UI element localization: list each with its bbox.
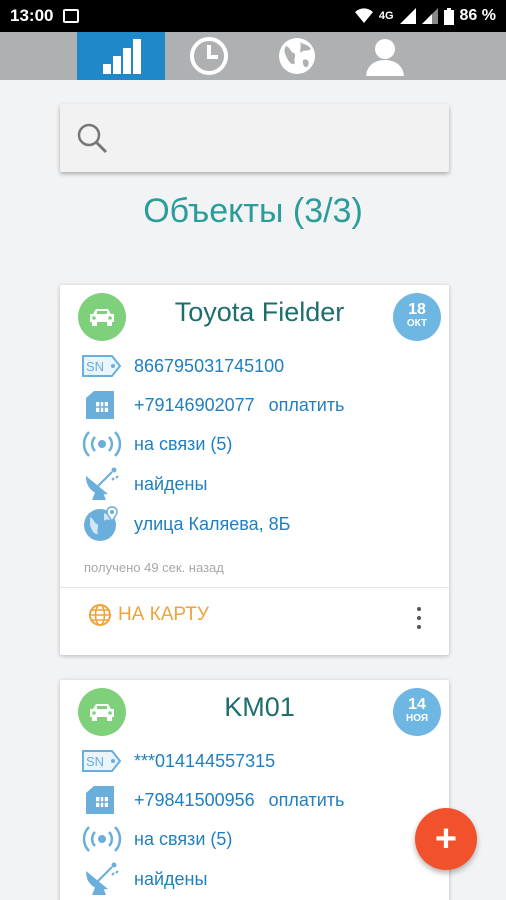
status-bar: 13:00 4G 86 % — [0, 0, 506, 32]
signal-icon-2 — [421, 8, 438, 24]
tab-history[interactable] — [165, 32, 253, 80]
more-options-icon[interactable] — [415, 607, 423, 629]
svg-text:SN: SN — [86, 754, 104, 769]
date-badge: 14 НОЯ — [393, 688, 441, 736]
tab-bar — [0, 32, 506, 80]
date-day: 14 — [408, 696, 426, 713]
gps-status: найдены — [134, 473, 208, 494]
show-on-map-label: НА КАРТУ — [118, 604, 209, 625]
object-card[interactable]: Toyota Fielder 18 ОКТ SN 866795031745100… — [60, 285, 449, 655]
serial-number-icon: SN — [82, 355, 122, 377]
status-time: 13:00 — [10, 6, 54, 25]
date-month: ОКТ — [406, 318, 428, 329]
serial-row: SN ***014144557315 — [82, 746, 275, 776]
signal-broadcast-icon — [82, 431, 122, 457]
serial-number-icon: SN — [82, 750, 122, 772]
satellite-dish-icon — [86, 862, 119, 895]
gps-row: найдены — [82, 862, 208, 895]
pay-link[interactable]: оплатить — [269, 790, 345, 811]
last-update: получено 49 сек. назад — [84, 560, 224, 575]
date-month: НОЯ — [405, 713, 429, 724]
connection-row: на связи (5) — [82, 429, 232, 459]
page-title: Объекты (3/3) — [143, 192, 363, 230]
date-badge: 18 ОКТ — [393, 293, 441, 341]
car-icon — [90, 704, 114, 721]
satellite-dish-icon — [86, 467, 119, 500]
object-card[interactable]: KM01 14 НОЯ SN ***014144557315 +79841500… — [60, 680, 449, 900]
address-row: улица Каляева, 8Б — [82, 506, 291, 541]
image-notification-icon — [63, 9, 80, 23]
show-on-map-button[interactable]: НА КАРТУ — [88, 603, 209, 627]
globe-icon — [279, 38, 315, 74]
gps-status: найдены — [134, 868, 208, 889]
battery-level: 86 % — [459, 7, 496, 24]
globe-outline-icon — [89, 604, 111, 626]
car-status-icon — [78, 688, 126, 736]
svg-text:SN: SN — [86, 359, 104, 374]
address: улица Каляева, 8Б — [134, 513, 291, 534]
connection-row: на связи (5) — [82, 824, 232, 854]
phone-row: +79146902077 оплатить — [82, 390, 344, 420]
signal-broadcast-icon — [82, 826, 122, 852]
add-object-button[interactable]: + — [415, 808, 477, 870]
object-name: KM01 — [224, 692, 295, 722]
status-indicators: 4G 86 % — [354, 7, 496, 25]
globe-location-icon — [84, 506, 118, 541]
wifi-icon — [354, 8, 373, 23]
serial-number: ***014144557315 — [134, 750, 276, 771]
tab-profile[interactable] — [341, 32, 429, 80]
sim-card-icon — [86, 786, 114, 814]
connection-status: на связи (5) — [134, 433, 233, 454]
car-icon — [90, 309, 114, 326]
pay-link[interactable]: оплатить — [269, 395, 345, 416]
serial-number: 866795031745100 — [134, 355, 285, 376]
car-status-icon — [78, 293, 126, 341]
phone-number: +79146902077 — [134, 394, 255, 415]
bar-chart-icon — [103, 39, 141, 74]
date-day: 18 — [408, 301, 426, 318]
search-icon — [77, 123, 108, 154]
tab-map[interactable] — [253, 32, 341, 80]
sim-card-icon — [86, 391, 114, 419]
serial-row: SN 866795031745100 — [82, 351, 284, 381]
gps-row: найдены — [82, 467, 208, 500]
user-icon — [366, 39, 404, 76]
object-name: Toyota Fielder — [174, 297, 345, 327]
clock-icon — [190, 37, 228, 75]
signal-icon — [399, 8, 416, 24]
tab-objects[interactable] — [77, 32, 165, 80]
search-input[interactable] — [120, 127, 440, 149]
search-box[interactable] — [60, 104, 449, 172]
divider — [60, 587, 449, 588]
phone-row: +79841500956 оплатить — [82, 785, 344, 815]
network-type: 4G — [378, 10, 394, 22]
phone-number: +79841500956 — [134, 789, 255, 810]
connection-status: на связи (5) — [134, 828, 233, 849]
battery-icon — [443, 7, 454, 25]
